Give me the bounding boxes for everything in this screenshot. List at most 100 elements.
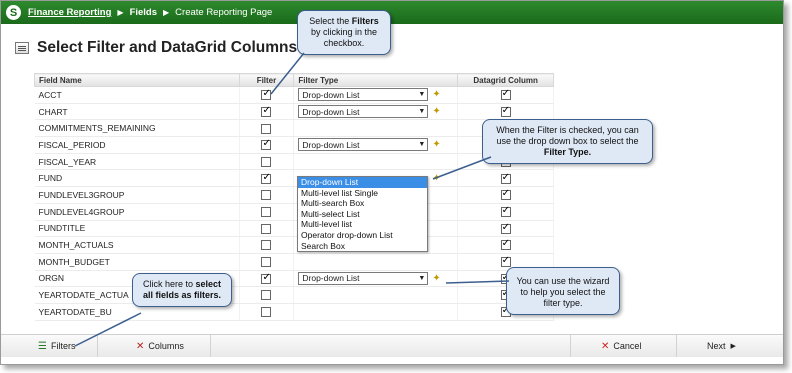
- breadcrumb-finance-reporting[interactable]: Finance Reporting: [28, 7, 111, 18]
- filter-type-select[interactable]: Drop-down List ▼: [298, 88, 429, 102]
- callout-text: When the Filter is checked, you can use …: [496, 125, 639, 146]
- dropdown-option[interactable]: Multi-level list Single: [298, 188, 427, 199]
- dropdown-option[interactable]: Multi-select List: [298, 209, 427, 220]
- magic-wand-icon[interactable]: ✦: [432, 173, 440, 184]
- filter-checkbox[interactable]: [261, 307, 272, 318]
- field-name-cell: FISCAL_PERIOD: [34, 136, 240, 154]
- filter-type-value: Drop-down List: [302, 106, 360, 117]
- next-button[interactable]: Next ▶: [677, 335, 783, 357]
- field-name-cell: MONTH_BUDGET: [34, 253, 240, 271]
- filter-checkbox[interactable]: [261, 123, 272, 134]
- datagrid-column-checkbox[interactable]: [500, 188, 511, 201]
- magic-wand-icon[interactable]: ✦: [432, 139, 440, 150]
- filter-type-cell: Drop-down List ▼ ✦: [293, 136, 459, 154]
- dropdown-option[interactable]: Drop-down List: [298, 177, 427, 188]
- dropdown-option[interactable]: Search Box: [298, 241, 427, 252]
- magic-wand-icon[interactable]: ✦: [432, 106, 440, 117]
- datagrid-column-checkbox[interactable]: [500, 222, 511, 234]
- header-filter: Filter: [238, 73, 295, 87]
- callout-text: You can use the wizard to help you selec…: [516, 276, 610, 308]
- filter-cell: [239, 253, 295, 271]
- breadcrumb-separator-icon: ▶: [163, 8, 170, 17]
- filter-checkbox[interactable]: [261, 272, 272, 284]
- callout-filter-type: When the Filter is checked, you can use …: [482, 119, 653, 164]
- filter-checkbox[interactable]: [261, 290, 272, 301]
- datagrid-column-checkbox[interactable]: [500, 88, 511, 101]
- datagrid-column-checkbox[interactable]: [500, 105, 511, 117]
- dropdown-option[interactable]: Multi-search Box: [298, 198, 427, 209]
- datagrid-column-checkbox[interactable]: [500, 255, 511, 268]
- filter-type-value: Drop-down List: [302, 273, 360, 284]
- table-row: MONTH_BUDGET: [34, 253, 554, 271]
- filter-cell: [239, 136, 295, 154]
- filter-type-value: Drop-down List: [302, 89, 360, 100]
- field-name-cell: CHART: [34, 103, 240, 121]
- filter-cell: [239, 203, 295, 221]
- filter-checkbox[interactable]: [261, 138, 272, 151]
- breadcrumb-fields[interactable]: Fields: [130, 7, 157, 18]
- callout-select-all: Click here to select all fields as filte…: [132, 273, 232, 307]
- filter-cell: [239, 103, 295, 121]
- select-all-columns-button[interactable]: ✕ Columns: [98, 335, 211, 357]
- table-header-row: Field Name Filter Filter Type Datagrid C…: [34, 73, 554, 87]
- select-all-filters-button[interactable]: ☰ Filters: [1, 335, 98, 357]
- field-name-cell: FUNDLEVEL4GROUP: [34, 203, 240, 221]
- breadcrumb-current: Create Reporting Page: [175, 7, 273, 18]
- cancel-button[interactable]: ✕ Cancel: [571, 335, 677, 357]
- filter-type-select[interactable]: Drop-down List ▼: [298, 271, 429, 285]
- filter-type-select[interactable]: Drop-down List ▼: [298, 138, 429, 152]
- field-name-cell: MONTH_ACTUALS: [34, 236, 240, 254]
- callout-text: Select the: [309, 16, 352, 26]
- filter-checkbox[interactable]: [261, 156, 272, 167]
- magic-wand-icon[interactable]: ✦: [432, 89, 440, 100]
- field-name-cell: FUNDTITLE: [34, 220, 240, 238]
- chevron-down-icon: ▼: [418, 274, 426, 282]
- filter-cell: [239, 236, 295, 254]
- filter-type-cell: [293, 119, 459, 138]
- filter-checkbox[interactable]: [261, 88, 272, 101]
- datagrid-column-checkbox[interactable]: [500, 238, 511, 251]
- filter-type-cell: [293, 253, 459, 271]
- filter-type-cell: Drop-down List ▼ ✦: [293, 103, 459, 121]
- dropdown-option[interactable]: Operator drop-down List: [298, 230, 427, 241]
- header-datagrid-column: Datagrid Column: [457, 73, 554, 87]
- filter-cell: [239, 303, 295, 321]
- filter-cell: [239, 119, 295, 138]
- next-arrow-icon: ▶: [730, 342, 736, 350]
- datagrid-column-checkbox[interactable]: [500, 172, 511, 184]
- table-body: ACCT Drop-down List ▼ ✦ CHART Drop-down List ▼…: [34, 86, 554, 321]
- filter-checkbox[interactable]: [261, 172, 272, 184]
- toolbar-spacer: [211, 335, 571, 357]
- datagrid-column-checkbox[interactable]: [500, 205, 511, 218]
- fields-table: Field Name Filter Filter Type Datagrid C…: [34, 73, 554, 321]
- filters-button-label: Filters: [50, 341, 76, 351]
- filter-checkbox[interactable]: [261, 190, 272, 201]
- filter-checkbox[interactable]: [261, 240, 272, 251]
- filter-type-dropdown-list: Drop-down List Multi-level list Single Mul…: [297, 176, 428, 253]
- checklist-icon: ☰: [38, 340, 47, 352]
- datagrid-column-cell: [457, 169, 554, 188]
- callout-bold-text: Filter Type.: [543, 147, 592, 157]
- filter-cell: [239, 270, 295, 288]
- callout-bold-text: Filters: [351, 16, 379, 26]
- filter-checkbox[interactable]: [261, 207, 272, 218]
- filter-type-cell: [293, 303, 459, 321]
- filter-type-cell: [293, 153, 459, 171]
- bottom-toolbar: ☰ Filters ✕ Columns ✕ Cancel Next ▶: [1, 334, 783, 357]
- table-row: COMMITMENTS_REMAINING: [34, 119, 554, 138]
- filter-checkbox[interactable]: [261, 257, 272, 268]
- table-row: CHART Drop-down List ▼ ✦: [34, 103, 554, 121]
- filter-type-select[interactable]: Drop-down List ▼: [298, 105, 429, 119]
- magic-wand-icon[interactable]: ✦: [432, 273, 440, 284]
- app-logo-icon: S: [6, 5, 21, 20]
- filter-type-value: Drop-down List: [302, 139, 360, 150]
- field-name-cell: FUNDLEVEL3GROUP: [34, 186, 240, 204]
- table-row: ORGNDrop-down List▼✦: [34, 270, 554, 288]
- dropdown-option[interactable]: Multi-level list: [298, 219, 427, 230]
- page-header: Select Filter and DataGrid Columns: [15, 39, 297, 57]
- breadcrumb-separator-icon: ▶: [117, 8, 124, 17]
- filter-cell: [239, 86, 295, 104]
- filter-checkbox[interactable]: [261, 105, 272, 117]
- filter-checkbox[interactable]: [261, 223, 272, 234]
- next-button-label: Next: [707, 341, 726, 351]
